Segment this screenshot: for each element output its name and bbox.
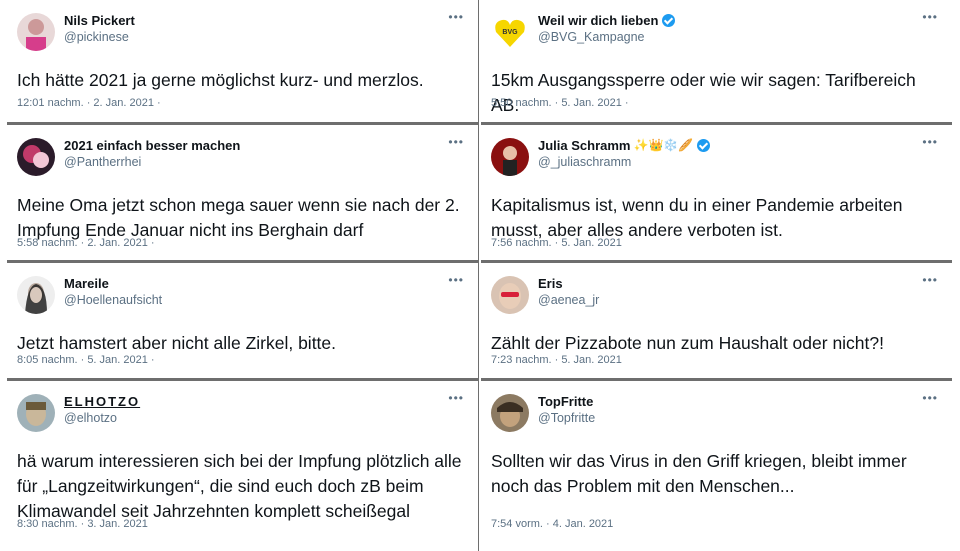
avatar[interactable]: BVG bbox=[491, 13, 529, 51]
author-name[interactable]: Nils Pickert bbox=[64, 12, 135, 29]
tweet-text: 15km Ausgangssperre oder wie wir sagen: … bbox=[491, 70, 916, 115]
author-name[interactable]: Julia Schramm bbox=[538, 137, 631, 154]
tweet-timestamp[interactable]: 7:56 nachm. · 5. Jan. 2021 bbox=[491, 237, 622, 249]
tweet-card[interactable]: Eris @aenea_jr ••• Zählt der Pizzabote n… bbox=[481, 263, 952, 378]
tweet-card[interactable]: Nils Pickert @pickinese ••• Ich hätte 20… bbox=[7, 0, 478, 122]
author-name[interactable]: Mareile bbox=[64, 275, 109, 292]
more-options-icon[interactable]: ••• bbox=[448, 391, 464, 405]
avatar[interactable] bbox=[491, 394, 529, 432]
tweet-timestamp[interactable]: 8:05 nachm. · 5. Jan. 2021 · bbox=[17, 354, 155, 366]
tweet-card[interactable]: ELHOTZO @elhotzo ••• hä warum interessie… bbox=[7, 381, 478, 551]
tweet-text: hä warum interessieren sich bei der Impf… bbox=[17, 451, 462, 521]
author-name[interactable]: Weil wir dich lieben bbox=[538, 12, 658, 29]
tweet-timestamp[interactable]: 8:30 nachm. · 3. Jan. 2021 bbox=[17, 518, 148, 530]
tweet-card[interactable]: Mareile @Hoellenaufsicht ••• Jetzt hamst… bbox=[7, 263, 478, 378]
tweet-text: Ich hätte 2021 ja gerne möglichst kurz- … bbox=[17, 70, 424, 90]
svg-text:BVG: BVG bbox=[502, 29, 518, 36]
more-options-icon[interactable]: ••• bbox=[448, 135, 464, 149]
tweet-text: Jetzt hamstert aber nicht alle Zirkel, b… bbox=[17, 333, 337, 353]
author-handle[interactable]: @Hoellenaufsicht bbox=[64, 292, 448, 309]
author-handle[interactable]: @pickinese bbox=[64, 29, 448, 46]
more-options-icon[interactable]: ••• bbox=[922, 391, 938, 405]
avatar[interactable] bbox=[17, 138, 55, 176]
author-handle[interactable]: @elhotzo bbox=[64, 410, 448, 427]
tweet-timestamp[interactable]: 5:50 nachm. · 5. Jan. 2021 · bbox=[491, 97, 629, 109]
tweet-card[interactable]: BVG Weil wir dich lieben @BVG_Kampagne •… bbox=[481, 0, 952, 122]
tweet-timestamp[interactable]: 7:23 nachm. · 5. Jan. 2021 bbox=[491, 354, 622, 366]
avatar[interactable] bbox=[491, 276, 529, 314]
right-column: BVG Weil wir dich lieben @BVG_Kampagne •… bbox=[481, 0, 952, 551]
author-name[interactable]: Eris bbox=[538, 275, 563, 292]
tweet-timestamp[interactable]: 7:54 vorm. · 4. Jan. 2021 bbox=[491, 518, 613, 530]
left-column: Nils Pickert @pickinese ••• Ich hätte 20… bbox=[7, 0, 478, 551]
author-handle[interactable]: @aenea_jr bbox=[538, 292, 922, 309]
more-options-icon[interactable]: ••• bbox=[448, 10, 464, 24]
avatar[interactable] bbox=[17, 13, 55, 51]
more-options-icon[interactable]: ••• bbox=[922, 10, 938, 24]
author-name[interactable]: 2021 einfach besser machen bbox=[64, 137, 240, 154]
author-handle[interactable]: @BVG_Kampagne bbox=[538, 29, 922, 46]
tweet-card[interactable]: TopFritte @Topfritte ••• Sollten wir das… bbox=[481, 381, 952, 551]
verified-badge-icon bbox=[662, 14, 676, 27]
tweet-timestamp[interactable]: 12:01 nachm. · 2. Jan. 2021 · bbox=[17, 97, 161, 109]
tweet-text: Kapitalismus ist, wenn du in einer Pande… bbox=[491, 195, 903, 240]
author-name[interactable]: ELHOTZO bbox=[64, 393, 140, 410]
avatar[interactable] bbox=[491, 138, 529, 176]
verified-badge-icon bbox=[697, 139, 711, 152]
author-name[interactable]: TopFritte bbox=[538, 393, 593, 410]
tweet-text: Sollten wir das Virus in den Griff krieg… bbox=[491, 451, 907, 496]
tweet-text: Meine Oma jetzt schon mega sauer wenn si… bbox=[17, 195, 460, 240]
name-emoji-icons: ✨👑❄️🥖 bbox=[633, 138, 694, 152]
author-handle[interactable]: @_juliaschramm bbox=[538, 154, 922, 171]
avatar[interactable] bbox=[17, 276, 55, 314]
author-handle[interactable]: @Pantherrhei bbox=[64, 154, 448, 171]
tweet-timestamp[interactable]: 5:58 nachm. · 2. Jan. 2021 · bbox=[17, 237, 155, 249]
tweet-text: Zählt der Pizzabote nun zum Haushalt ode… bbox=[491, 333, 884, 353]
more-options-icon[interactable]: ••• bbox=[448, 273, 464, 287]
avatar[interactable] bbox=[17, 394, 55, 432]
more-options-icon[interactable]: ••• bbox=[922, 273, 938, 287]
more-options-icon[interactable]: ••• bbox=[922, 135, 938, 149]
tweet-card[interactable]: Julia Schramm ✨👑❄️🥖 @_juliaschramm ••• K… bbox=[481, 125, 952, 260]
tweet-card[interactable]: 2021 einfach besser machen @Pantherrhei … bbox=[7, 125, 478, 260]
author-handle[interactable]: @Topfritte bbox=[538, 410, 922, 427]
